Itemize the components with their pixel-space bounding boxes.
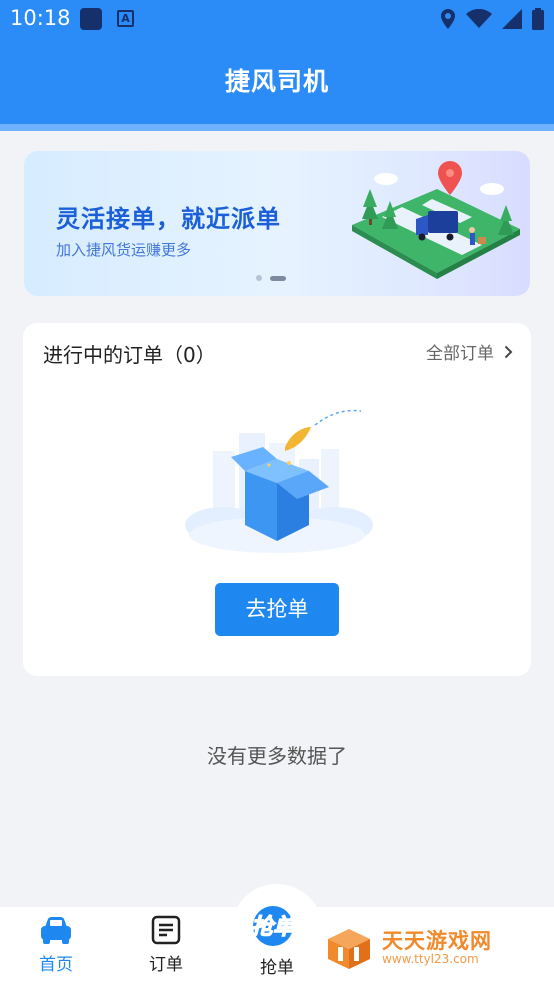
banner-headline: 灵活接单，就近派单 [56,205,281,233]
all-orders-label: 全部订单 [426,344,494,364]
page-title: 捷风司机 [224,67,329,96]
ongoing-orders-card: 进行中的订单（0） 全部订单 去抢单 [23,323,531,676]
nav-item-grab[interactable]: 抢单 [237,905,317,978]
nav-label-grab: 抢单 [260,958,294,978]
promo-banner[interactable]: 灵活接单，就近派单 加入捷风货运赚更多 [24,151,530,296]
signal-icon [502,9,522,29]
chevron-right-icon [504,345,513,358]
pager-dot[interactable] [256,275,262,281]
document-icon [151,915,181,945]
car-icon [41,917,71,944]
watermark: 天天游戏网 www.ttyl23.com [322,925,522,975]
status-time: 10:18 [10,6,71,30]
nav-item-orders[interactable]: 订单 [126,915,206,975]
all-orders-link[interactable]: 全部订单 [426,339,513,364]
a-badge-icon: A [117,10,134,27]
banner-pager [256,275,286,281]
nav-label-home: 首页 [39,955,73,975]
delivery-illustration [352,161,520,279]
location-icon [441,9,455,29]
battery-icon [532,8,544,30]
watermark-logo-icon [328,929,370,969]
watermark-name: 天天游戏网 [382,929,492,953]
ongoing-orders-title: 进行中的订单（0） [43,343,216,367]
watermark-url: www.ttyl23.com [382,952,479,966]
app-header: 10:18 A 捷风司机 [0,0,554,124]
banner-subtitle: 加入捷风货运赚更多 [56,241,192,259]
nav-item-home[interactable]: 首页 [16,915,96,975]
no-more-data-text: 没有更多数据了 [207,744,347,768]
header-divider [0,124,554,131]
nav-label-orders: 订单 [149,955,183,975]
empty-box-illustration [185,409,373,553]
status-bar: 10:18 A [0,0,554,38]
status-icons [440,6,544,32]
wifi-icon [466,9,492,28]
pager-dot-active[interactable] [270,275,286,281]
go-grab-order-button[interactable]: 去抢单 [215,583,339,636]
app-square-icon [80,8,102,30]
